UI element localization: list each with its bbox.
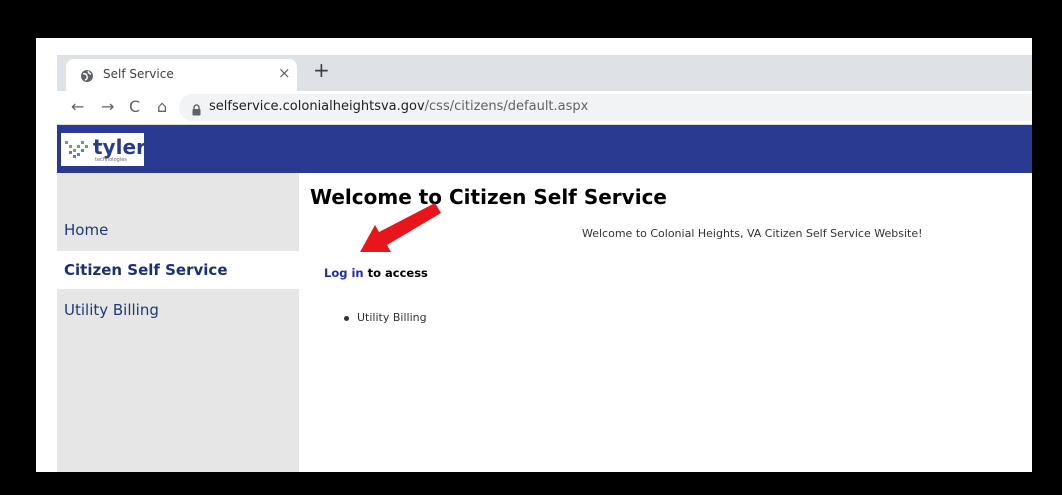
red-arrow-annotation-icon: [360, 203, 441, 252]
screenshot-frame: Self Service × + ← → C ⌂ selfservice.col…: [36, 38, 1032, 472]
bullet-icon: [344, 315, 349, 321]
welcome-message: Welcome to Colonial Heights, VA Citizen …: [582, 227, 923, 240]
browser-window: Self Service × + ← → C ⌂ selfservice.col…: [57, 55, 1032, 472]
